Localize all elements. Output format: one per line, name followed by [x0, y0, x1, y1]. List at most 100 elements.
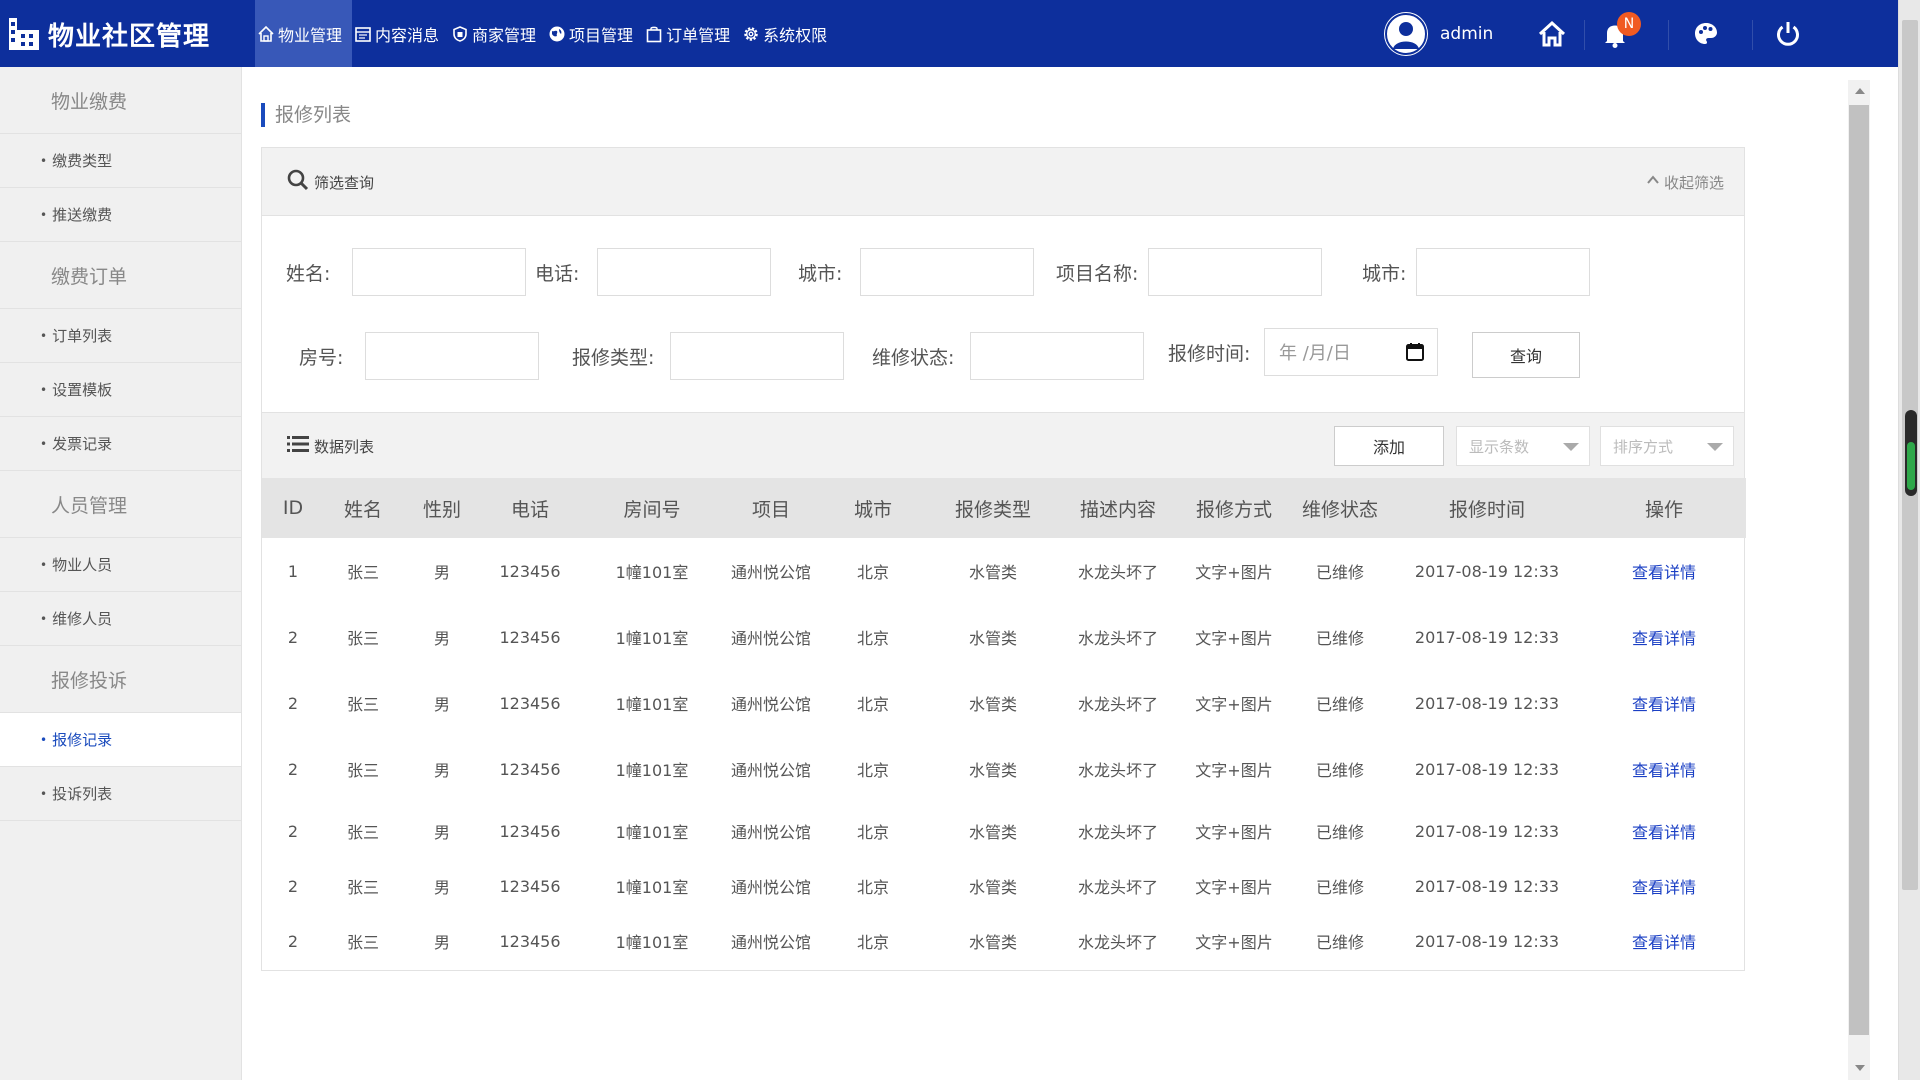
- sidebar-group-staff[interactable]: 人员管理: [0, 471, 241, 538]
- nav-item-label: 商家管理: [472, 25, 537, 45]
- table-cell: 张三: [346, 933, 379, 952]
- app-title: 物业社区管理: [48, 21, 211, 52]
- column-header[interactable]: 报修方式: [1180, 478, 1288, 538]
- table-cell: 水龙头坏了: [1077, 629, 1158, 648]
- sidebar-item-repair-records[interactable]: 报修记录: [0, 713, 241, 767]
- repair-time-date-input[interactable]: 年 /月/日: [1264, 328, 1438, 376]
- table-cell: 123456: [499, 821, 561, 841]
- divider: [1584, 20, 1585, 50]
- divider: [1668, 20, 1669, 50]
- view-details-link[interactable]: 查看详情: [1582, 604, 1746, 670]
- sidebar-item-template-settings[interactable]: 设置模板: [0, 363, 241, 417]
- scrollbar-thumb[interactable]: [1849, 105, 1869, 1035]
- city-label: 城市:: [798, 263, 843, 285]
- column-header[interactable]: 电话: [482, 478, 578, 538]
- nav-item-content[interactable]: 内容消息: [352, 0, 449, 67]
- column-header[interactable]: 描述内容: [1056, 478, 1180, 538]
- nav-item-order[interactable]: 订单管理: [643, 0, 740, 67]
- home-icon[interactable]: [1534, 16, 1570, 52]
- add-button[interactable]: 添加: [1334, 426, 1444, 466]
- table-cell: 已维修: [1315, 695, 1364, 714]
- table-cell: 通州悦公馆: [730, 563, 811, 582]
- column-header[interactable]: 报修类型: [930, 478, 1056, 538]
- sidebar-item-order-list[interactable]: 订单列表: [0, 309, 241, 363]
- table-cell: 2017-08-19 12:33: [1414, 693, 1560, 713]
- sidebar-group-payment[interactable]: 物业缴费: [0, 67, 241, 134]
- table-cell: 北京: [856, 629, 889, 648]
- scroll-up-arrow-icon[interactable]: [1855, 88, 1865, 94]
- table-cell: 2017-08-19 12:33: [1414, 627, 1560, 647]
- view-details-link[interactable]: 查看详情: [1582, 860, 1746, 912]
- project-name-input[interactable]: [1148, 248, 1322, 296]
- nav-item-property[interactable]: 物业管理: [255, 0, 353, 67]
- sidebar-item-invoice-records[interactable]: 发票记录: [0, 417, 241, 471]
- table-cell: 1幢101室: [615, 629, 689, 648]
- building-icon: [8, 16, 42, 52]
- repair-type-label: 报修类型:: [572, 347, 655, 369]
- table-cell: 文字+图片: [1195, 878, 1273, 897]
- top-nav: 物业管理 内容消息 商家管理 项目管理 订单管理 系统权限: [255, 0, 837, 67]
- shield-icon: [451, 25, 469, 43]
- scroll-down-arrow-icon[interactable]: [1855, 1065, 1865, 1071]
- phone-input[interactable]: [597, 248, 771, 296]
- user-menu[interactable]: admin: [1384, 12, 1493, 56]
- collapse-filter-button[interactable]: 收起筛选: [1646, 148, 1724, 216]
- sidebar-group-repair-complaints[interactable]: 报修投诉: [0, 646, 241, 713]
- column-header[interactable]: 操作: [1582, 478, 1746, 538]
- table-cell: 张三: [346, 563, 379, 582]
- nav-item-project[interactable]: 项目管理: [546, 0, 643, 67]
- city-input-2[interactable]: [1416, 248, 1590, 296]
- sidebar-item-repair-staff[interactable]: 维修人员: [0, 592, 241, 646]
- name-input[interactable]: [352, 248, 526, 296]
- repair-status-input[interactable]: [970, 332, 1144, 380]
- table-cell: 123456: [499, 931, 561, 951]
- query-button[interactable]: 查询: [1472, 332, 1580, 378]
- sort-select[interactable]: 排序方式: [1600, 426, 1734, 466]
- content-scrollbar[interactable]: [1848, 80, 1870, 1080]
- table-cell: 通州悦公馆: [730, 878, 811, 897]
- column-header[interactable]: 姓名: [324, 478, 402, 538]
- column-header[interactable]: 性别: [402, 478, 482, 538]
- column-header[interactable]: ID: [262, 478, 324, 538]
- sidebar-item-complaint-list[interactable]: 投诉列表: [0, 767, 241, 821]
- power-icon[interactable]: [1770, 16, 1806, 52]
- nav-item-label: 订单管理: [666, 25, 731, 45]
- nav-item-label: 项目管理: [569, 25, 634, 45]
- collapse-filter-label: 收起筛选: [1663, 173, 1724, 192]
- palette-icon[interactable]: [1688, 16, 1724, 52]
- city-input[interactable]: [860, 248, 1034, 296]
- column-header[interactable]: 维修状态: [1288, 478, 1392, 538]
- sidebar-item-property-staff[interactable]: 物业人员: [0, 538, 241, 592]
- view-details-link[interactable]: 查看详情: [1582, 802, 1746, 860]
- window-scrollbar[interactable]: [1898, 0, 1920, 1080]
- table-cell: 通州悦公馆: [730, 761, 811, 780]
- sidebar-group-payment-orders[interactable]: 缴费订单: [0, 242, 241, 309]
- gear-icon: [742, 25, 760, 43]
- view-details-link[interactable]: 查看详情: [1582, 538, 1746, 604]
- side-panel-handle[interactable]: [1905, 410, 1917, 496]
- column-header[interactable]: 城市: [816, 478, 930, 538]
- room-input[interactable]: [365, 332, 539, 380]
- page-size-select[interactable]: 显示条数: [1456, 426, 1590, 466]
- sort-select-label: 排序方式: [1613, 437, 1674, 456]
- view-details-link[interactable]: 查看详情: [1582, 670, 1746, 736]
- column-header[interactable]: 房间号: [578, 478, 726, 538]
- column-header[interactable]: 报修时间: [1392, 478, 1582, 538]
- repair-type-input[interactable]: [670, 332, 844, 380]
- nav-item-merchant[interactable]: 商家管理: [449, 0, 546, 67]
- repair-status-label: 维修状态:: [872, 347, 955, 369]
- table-cell: 张三: [346, 823, 379, 842]
- view-details-link[interactable]: 查看详情: [1582, 912, 1746, 970]
- column-header[interactable]: 项目: [726, 478, 816, 538]
- table-cell: 123456: [499, 759, 561, 779]
- nav-item-permission[interactable]: 系统权限: [740, 0, 837, 67]
- page-title: 报修列表: [261, 103, 351, 127]
- data-list-title: 数据列表: [314, 437, 375, 456]
- sidebar-item-payment-type[interactable]: 缴费类型: [0, 134, 241, 188]
- table-cell: 水龙头坏了: [1077, 695, 1158, 714]
- table-cell: 水龙头坏了: [1077, 933, 1158, 952]
- table-cell: 男: [433, 878, 450, 897]
- app-logo[interactable]: 物业社区管理: [8, 14, 210, 54]
- view-details-link[interactable]: 查看详情: [1582, 736, 1746, 802]
- sidebar-item-push-payment[interactable]: 推送缴费: [0, 188, 241, 242]
